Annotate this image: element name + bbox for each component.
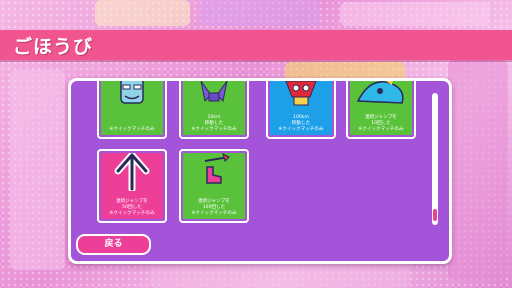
reward-card-line: ※クイックマッチのみ xyxy=(358,127,404,132)
red-character-icon xyxy=(270,81,332,107)
reward-card-line: ※クイックマッチのみ xyxy=(278,127,324,132)
blue-creature-icon xyxy=(350,81,412,107)
reward-card-line: ※クイックマッチのみ xyxy=(191,211,237,216)
scrollbar[interactable] xyxy=(432,93,438,225)
reward-card-body: 100km 移動した ※クイックマッチのみ xyxy=(267,115,335,133)
scrollbar-thumb[interactable] xyxy=(433,209,437,221)
background-art xyxy=(10,70,65,270)
header-bar: ごほうび xyxy=(0,30,512,60)
reward-card-body: 10km 移動した ※クイックマッチのみ xyxy=(180,115,248,133)
reward-card-line: ※クイックマッチのみ xyxy=(191,127,237,132)
background-art xyxy=(95,0,190,26)
reward-card[interactable]: 100km 移動した ※クイックマッチのみ xyxy=(267,81,335,138)
reward-card-line: ※クイックマッチのみ xyxy=(109,211,155,216)
background-art xyxy=(200,0,320,26)
background-art xyxy=(448,60,508,280)
background-art xyxy=(150,262,410,288)
background-art xyxy=(340,2,490,26)
purple-hands-icon xyxy=(183,81,245,107)
reward-card[interactable]: ※クイックマッチのみ xyxy=(98,81,166,138)
reward-card[interactable]: 連続ジャンプを 50回した ※クイックマッチのみ xyxy=(98,150,166,222)
back-button[interactable]: 戻る xyxy=(76,234,151,255)
rewards-grid: ※クイックマッチのみ 10km 移動した ※クイックマッチのみ 100km 移動… xyxy=(71,81,426,228)
boot-arrow-icon xyxy=(183,153,245,191)
reward-card-body: 連続ジャンプを 10回した ※クイックマッチのみ xyxy=(347,115,415,133)
page-title: ごほうび xyxy=(13,36,94,58)
reward-card-body: 連続ジャンプを 50回した ※クイックマッチのみ xyxy=(98,199,166,217)
reward-card[interactable]: 連続ジャンプを 100回した ※クイックマッチのみ xyxy=(180,150,248,222)
reward-card-body: ※クイックマッチのみ xyxy=(98,127,166,133)
rewards-panel: ※クイックマッチのみ 10km 移動した ※クイックマッチのみ 100km 移動… xyxy=(68,78,452,264)
reward-card[interactable]: 10km 移動した ※クイックマッチのみ xyxy=(180,81,248,138)
robot-face-icon xyxy=(101,81,163,107)
up-arrow-icon xyxy=(101,151,163,193)
reward-card-body: 連続ジャンプを 100回した ※クイックマッチのみ xyxy=(180,199,248,217)
reward-card[interactable]: 連続ジャンプを 10回した ※クイックマッチのみ xyxy=(347,81,415,138)
reward-card-line: ※クイックマッチのみ xyxy=(109,127,155,132)
